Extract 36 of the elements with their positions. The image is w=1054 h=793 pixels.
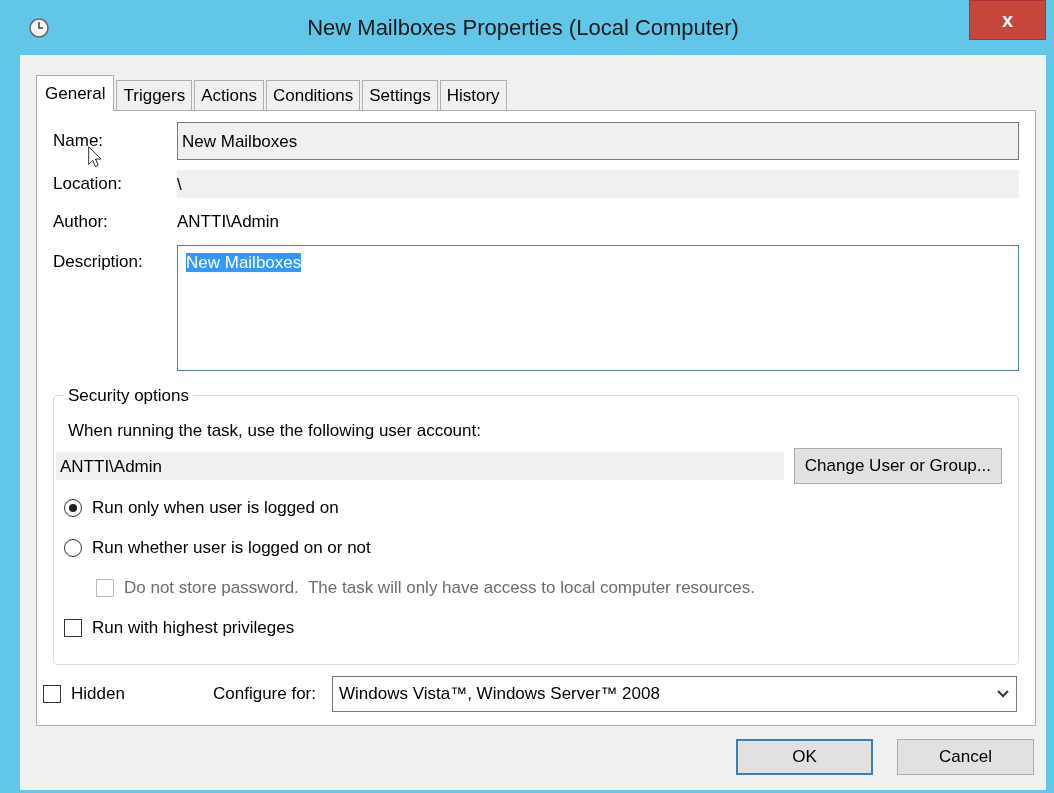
radio-button[interactable] [64, 539, 82, 557]
field-label: Name: [53, 130, 105, 153]
field-label: Author: [53, 211, 109, 234]
dialog-button[interactable]: Cancel [897, 739, 1034, 775]
clock-icon [28, 16, 50, 39]
dialog-button[interactable]: OK [736, 739, 873, 775]
checkbox-label: Run with highest privileges [92, 617, 295, 640]
tab[interactable]: Conditions [265, 80, 361, 110]
radio-button[interactable] [64, 499, 82, 517]
account-field: ANTTI\Admin [56, 452, 784, 480]
tab[interactable]: History [439, 80, 507, 110]
checkbox-label: Hidden [71, 683, 126, 706]
close-button[interactable]: x [969, 0, 1046, 40]
dropdown-value: Windows Vista™, Windows Server™ 2008 [339, 683, 660, 706]
configure-dropdown[interactable]: Windows Vista™, Windows Server™ 2008 [332, 676, 1017, 712]
account-prompt: When running the task, use the following user account: [68, 420, 482, 442]
description-text: New Mailboxes [186, 253, 302, 272]
location-field: \ [177, 170, 1019, 198]
tab[interactable]: Settings [362, 80, 438, 110]
field-label: Location: [53, 173, 123, 196]
mouse-pointer-icon [88, 146, 103, 168]
name-field[interactable]: New Mailboxes [177, 122, 1019, 160]
tab[interactable]: Actions [194, 80, 264, 110]
change-user-button[interactable]: Change User or Group... [793, 448, 1002, 484]
field-label: Configure for: [213, 683, 316, 706]
chevron-down-icon [996, 689, 1010, 699]
author-value: ANTTI\Admin [177, 211, 280, 234]
field-label: Description: [53, 251, 144, 273]
checkbox-label: Do not store password. The task will only have access to local computer resources. [124, 577, 755, 600]
radio-label: Run whether user is logged on or not [92, 537, 371, 560]
checkbox[interactable] [43, 685, 61, 703]
window-title: New Mailboxes Properties (Local Computer) [306, 14, 740, 42]
tab[interactable]: Triggers [116, 80, 193, 110]
radio-label: Run only when user is logged on [92, 497, 339, 520]
tab[interactable]: General [36, 75, 115, 111]
checkbox[interactable] [64, 619, 82, 637]
